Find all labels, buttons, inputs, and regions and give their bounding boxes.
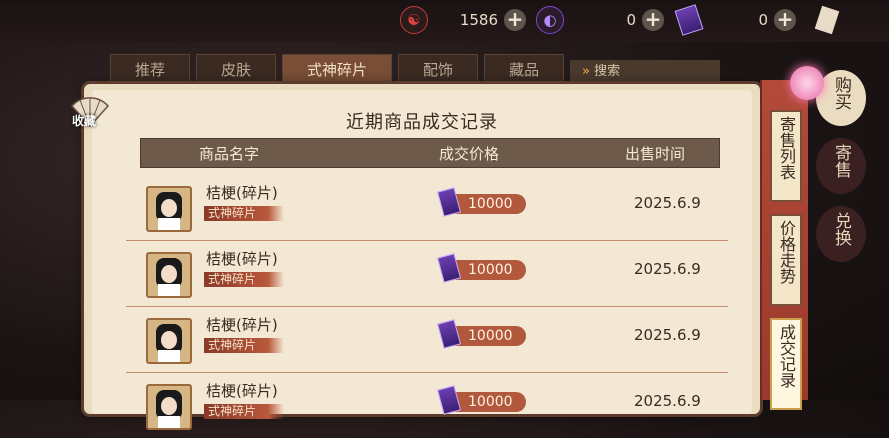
currency-jade: ☯ 1586 + — [400, 6, 526, 34]
favorite-label[interactable]: 收藏 — [72, 112, 96, 129]
sale-date: 2025.6.9 — [634, 260, 701, 278]
tab-transaction-records-label: 成交记录 — [777, 324, 796, 388]
add-jade-button[interactable]: + — [504, 9, 526, 31]
sale-date: 2025.6.9 — [634, 326, 701, 344]
table-row[interactable]: 桔梗(碎片) 式神碎片 10000 2025.6.9 — [126, 176, 728, 241]
sparkle-icon — [790, 66, 824, 100]
price-value: 10000 — [468, 394, 513, 410]
tab-transaction-records[interactable]: 成交记录 — [770, 318, 802, 410]
tab-price-trend-label: 价格走势 — [777, 220, 796, 284]
arrows-icon: » — [582, 64, 590, 79]
item-category-tag: 式神碎片 — [204, 206, 284, 221]
price-value: 10000 — [468, 196, 513, 212]
tab-consignment-list[interactable]: 寄售列表 — [770, 110, 802, 202]
category-exchange-label: 兑换 — [831, 212, 851, 246]
price-badge: 10000 — [436, 253, 526, 283]
ticket-icon — [436, 253, 462, 283]
tab-consignment-list-label: 寄售列表 — [777, 116, 796, 180]
table-row[interactable]: 桔梗(碎片) 式神碎片 10000 2025.6.9 — [126, 374, 728, 438]
category-consign[interactable]: 寄售 — [816, 138, 866, 194]
item-name: 桔梗(碎片) — [206, 316, 278, 334]
price-badge: 10000 — [436, 319, 526, 349]
tab-accessories[interactable]: 配饰 — [398, 54, 479, 85]
currency-orb-value: 0 — [626, 11, 636, 29]
panel-body: 近期商品成交记录 商品名字 成交价格 出售时间 桔梗(碎片) 式神碎片 1000… — [92, 90, 752, 430]
ticket-icon — [436, 187, 462, 217]
price-value: 10000 — [468, 328, 513, 344]
price-value: 10000 — [468, 262, 513, 278]
ticket-icon — [436, 385, 462, 415]
currency-ticket: 0 + — [674, 4, 796, 36]
currency-bar: ☯ 1586 + ◐ 0 + 0 + — [0, 0, 889, 42]
item-category-tag: 式神碎片 — [204, 338, 284, 353]
currency-jade-value: 1586 — [459, 11, 498, 29]
panel-title: 近期商品成交记录 — [346, 112, 498, 133]
sale-date: 2025.6.9 — [634, 392, 701, 410]
shikigami-avatar — [146, 252, 192, 298]
shikigami-avatar — [146, 318, 192, 364]
search-placeholder: 搜索 — [594, 64, 621, 79]
category-consign-label: 寄售 — [831, 144, 851, 178]
tab-shikigami-fragments[interactable]: 式神碎片 — [282, 54, 393, 85]
price-badge: 10000 — [436, 187, 526, 217]
tab-price-trend[interactable]: 价格走势 — [770, 214, 802, 306]
table-header: 商品名字 成交价格 出售时间 — [140, 138, 720, 168]
record-side-tabs: 寄售列表 价格走势 成交记录 — [760, 80, 808, 410]
search-box[interactable]: » 搜索 — [570, 60, 720, 84]
table-row[interactable]: 桔梗(碎片) 式神碎片 10000 2025.6.9 — [126, 242, 728, 307]
category-tabs: 推荐 皮肤 式神碎片 配饰 藏品 — [110, 54, 565, 88]
col-price-header: 成交价格 — [439, 145, 500, 163]
add-ticket-button[interactable]: + — [774, 9, 796, 31]
purple-ticket-icon — [674, 4, 704, 36]
price-badge: 10000 — [436, 385, 526, 415]
item-name: 桔梗(碎片) — [206, 184, 278, 202]
currency-orb: ◐ 0 + — [536, 6, 664, 34]
tab-collectibles[interactable]: 藏品 — [484, 54, 565, 85]
item-category-tag: 式神碎片 — [204, 272, 284, 287]
shikigami-avatar — [146, 384, 192, 430]
add-orb-button[interactable]: + — [642, 9, 664, 31]
tab-skins[interactable]: 皮肤 — [196, 54, 277, 85]
tab-recommend[interactable]: 推荐 — [110, 54, 191, 85]
col-time-header: 出售时间 — [625, 145, 686, 163]
item-name: 桔梗(碎片) — [206, 250, 278, 268]
transaction-panel: 近期商品成交记录 商品名字 成交价格 出售时间 桔梗(碎片) 式神碎片 1000… — [84, 84, 760, 430]
yin-yang-jade-icon: ☯ — [400, 6, 428, 34]
item-name: 桔梗(碎片) — [206, 382, 278, 400]
ticket-icon — [436, 319, 462, 349]
purple-orb-icon: ◐ — [536, 6, 564, 34]
shikigami-avatar — [146, 186, 192, 232]
category-buy-label: 购买 — [831, 76, 851, 110]
currency-ticket-value: 0 — [758, 11, 768, 29]
table-row[interactable]: 桔梗(碎片) 式神碎片 10000 2025.6.9 — [126, 308, 728, 373]
scroll-icon[interactable] — [814, 5, 840, 35]
col-name-header: 商品名字 — [199, 145, 260, 163]
item-category-tag: 式神碎片 — [204, 404, 284, 419]
sale-date: 2025.6.9 — [634, 194, 701, 212]
category-exchange[interactable]: 兑换 — [816, 206, 866, 262]
